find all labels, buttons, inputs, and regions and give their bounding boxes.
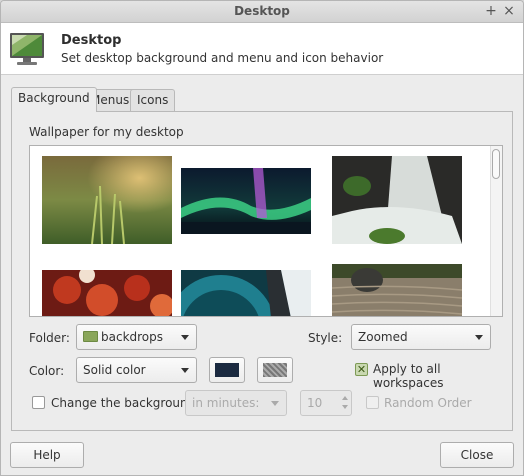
close-button[interactable]: Close xyxy=(440,442,514,468)
wallpaper-thumb-bokeh-grass[interactable] xyxy=(42,156,172,244)
wallpaper-thumb-zen-garden[interactable] xyxy=(332,264,462,317)
wallpaper-scrollbar[interactable] xyxy=(490,146,502,316)
wallpaper-thumb-waterfall[interactable] xyxy=(332,156,462,244)
secondary-color-button[interactable] xyxy=(257,357,293,383)
background-panel: Wallpaper for my desktop Folder: backdro… xyxy=(11,111,513,431)
chevron-down-icon xyxy=(181,368,189,373)
wallpaper-thumb-red-maple-leaves[interactable] xyxy=(42,270,172,317)
window-title: Desktop xyxy=(234,4,290,18)
secondary-color-swatch xyxy=(263,363,287,377)
close-window-button[interactable]: × xyxy=(501,3,517,19)
color-value: Solid color xyxy=(83,363,146,377)
help-button[interactable]: Help xyxy=(10,442,84,468)
style-value: Zoomed xyxy=(358,330,408,344)
scrollbar-thumb[interactable] xyxy=(492,149,500,179)
tab-background[interactable]: Background xyxy=(11,87,97,112)
random-order-label[interactable]: Random Order xyxy=(384,396,472,410)
chevron-down-icon xyxy=(475,335,483,340)
minutes-value: 10 xyxy=(307,396,323,410)
folder-label: Folder: xyxy=(29,331,70,345)
minutes-spinner[interactable]: 10 xyxy=(300,390,352,416)
wallpaper-grid xyxy=(29,145,503,317)
folder-value: backdrops xyxy=(101,330,164,344)
interval-value: in minutes: xyxy=(192,396,260,410)
chevron-down-icon xyxy=(271,401,279,406)
interval-combo[interactable]: in minutes: xyxy=(185,390,287,416)
wallpaper-label: Wallpaper for my desktop xyxy=(29,125,184,139)
header-subtitle: Set desktop background and menu and icon… xyxy=(61,51,384,65)
primary-color-button[interactable] xyxy=(209,357,245,383)
desktop-settings-window: Desktop + × Desktop Set desktop backgrou… xyxy=(0,0,524,476)
style-combo[interactable]: Zoomed xyxy=(351,324,491,350)
header-title: Desktop xyxy=(61,33,122,48)
header: Desktop Set desktop background and menu … xyxy=(1,23,523,75)
chevron-down-icon xyxy=(181,335,189,340)
color-combo[interactable]: Solid color xyxy=(76,357,197,383)
title-bar[interactable]: Desktop + × xyxy=(1,1,523,23)
style-label: Style: xyxy=(308,331,343,345)
change-background-checkbox[interactable] xyxy=(32,396,45,409)
wallpaper-thumb-teal-lens[interactable] xyxy=(181,270,311,317)
primary-color-swatch xyxy=(215,363,239,377)
folder-combo[interactable]: backdrops xyxy=(76,324,197,350)
folder-icon xyxy=(83,331,98,342)
random-order-checkbox[interactable] xyxy=(366,396,379,409)
wallpaper-thumb-aurora[interactable] xyxy=(181,168,311,234)
maximize-button[interactable]: + xyxy=(483,3,499,19)
apply-all-checkbox[interactable]: ✕ xyxy=(355,363,368,376)
chevron-down-icon[interactable] xyxy=(342,405,348,409)
chevron-up-icon[interactable] xyxy=(342,396,348,400)
color-label: Color: xyxy=(29,364,65,378)
tab-icons[interactable]: Icons xyxy=(130,89,176,111)
apply-all-label[interactable]: Apply to all workspaces xyxy=(373,362,512,390)
change-background-label[interactable]: Change the background xyxy=(51,396,195,410)
monitor-icon xyxy=(10,33,44,65)
